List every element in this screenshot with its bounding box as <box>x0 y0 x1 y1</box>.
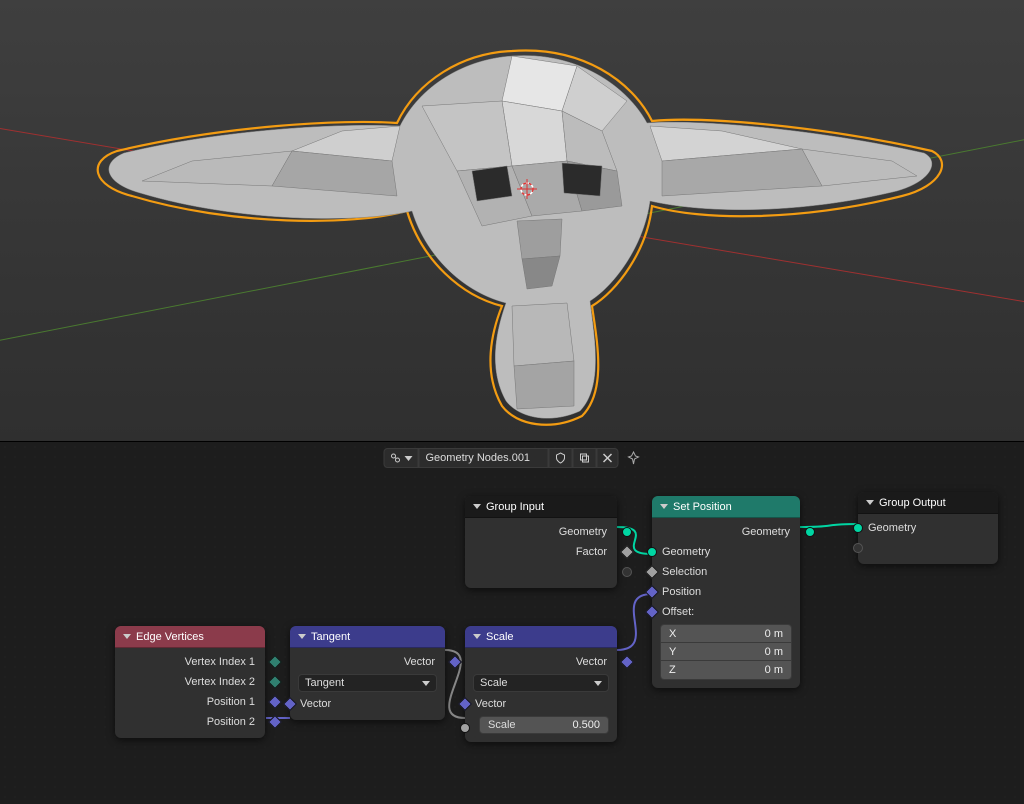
node-header[interactable]: Tangent <box>290 626 445 648</box>
output-geometry[interactable]: Geometry <box>652 522 800 542</box>
output-vertex-index-1[interactable]: Vertex Index 1 <box>115 652 265 672</box>
socket-in-vector[interactable] <box>283 697 297 711</box>
output-position-1[interactable]: Position 1 <box>115 692 265 712</box>
socket-in-float[interactable] <box>460 723 470 733</box>
output-factor[interactable]: Factor <box>465 542 617 562</box>
node-tree-name-field[interactable]: Geometry Nodes.001 <box>419 448 549 468</box>
pin-button[interactable] <box>627 451 641 465</box>
chevron-down-icon <box>473 634 481 639</box>
node-scale[interactable]: Scale Vector Scale Vector Scale 0.500 <box>465 626 617 742</box>
socket-in-vector[interactable] <box>645 585 659 599</box>
socket-out-vector[interactable] <box>268 715 282 729</box>
socket-out-geometry[interactable] <box>622 527 632 537</box>
socket-in-geometry[interactable] <box>853 523 863 533</box>
chevron-down-icon <box>660 504 668 509</box>
scale-value-field[interactable]: Scale 0.500 <box>479 716 609 734</box>
node-edge-vertices[interactable]: Edge Vertices Vertex Index 1 Vertex Inde… <box>115 626 265 738</box>
node-title: Set Position <box>673 501 732 513</box>
shield-icon <box>555 452 567 464</box>
input-position[interactable]: Position <box>652 582 800 602</box>
input-vector[interactable]: Vector <box>465 694 617 714</box>
socket-out-vector[interactable] <box>268 695 282 709</box>
socket-out-vector[interactable] <box>448 655 462 669</box>
close-icon <box>603 453 613 463</box>
socket-out-virtual[interactable] <box>622 567 632 577</box>
output-geometry[interactable]: Geometry <box>465 522 617 542</box>
input-offset-label: Offset: <box>652 602 800 622</box>
chevron-down-icon <box>866 500 874 505</box>
node-header[interactable]: Group Input <box>465 496 617 518</box>
geometry-node-editor[interactable]: Geometry Nodes.001 Edge Vertices Vertex … <box>0 442 1024 804</box>
3d-viewport[interactable] <box>0 0 1024 442</box>
node-header[interactable]: Scale <box>465 626 617 648</box>
socket-out-geometry[interactable] <box>805 527 815 537</box>
output-vector[interactable]: Vector <box>290 652 445 672</box>
copy-icon <box>579 452 591 464</box>
offset-z-field[interactable]: Z0 m <box>661 661 791 679</box>
input-virtual[interactable] <box>858 538 998 558</box>
node-title: Tangent <box>311 631 350 643</box>
node-title: Group Output <box>879 497 946 509</box>
offset-x-field[interactable]: X0 m <box>661 625 791 643</box>
pin-icon <box>627 451 641 465</box>
node-tree-header: Geometry Nodes.001 <box>384 448 641 468</box>
node-group-input[interactable]: Group Input Geometry Factor <box>465 496 617 588</box>
chevron-down-icon <box>473 504 481 509</box>
output-position-2[interactable]: Position 2 <box>115 712 265 732</box>
node-set-position[interactable]: Set Position Geometry Geometry Selection… <box>652 496 800 688</box>
node-tree-browse-button[interactable] <box>384 448 419 468</box>
offset-vector-fields[interactable]: X0 m Y0 m Z0 m <box>660 624 792 680</box>
output-virtual[interactable] <box>465 562 617 582</box>
chevron-down-icon <box>422 681 430 686</box>
output-vertex-index-2[interactable]: Vertex Index 2 <box>115 672 265 692</box>
node-header[interactable]: Group Output <box>858 492 998 514</box>
shield-icon-button[interactable] <box>549 448 573 468</box>
input-scale[interactable]: Scale 0.500 <box>465 714 617 736</box>
socket-out-float[interactable] <box>620 545 634 559</box>
viewport-axes <box>0 0 1024 442</box>
tangent-mode-dropdown[interactable]: Tangent <box>298 674 437 692</box>
input-geometry[interactable]: Geometry <box>858 518 998 538</box>
node-title: Group Input <box>486 501 544 513</box>
chevron-down-icon <box>298 634 306 639</box>
node-header[interactable]: Set Position <box>652 496 800 518</box>
offset-y-field[interactable]: Y0 m <box>661 643 791 661</box>
input-geometry[interactable]: Geometry <box>652 542 800 562</box>
chevron-down-icon <box>123 634 131 639</box>
node-title: Scale <box>486 631 514 643</box>
chevron-down-icon <box>405 456 413 461</box>
socket-in-selection[interactable] <box>645 565 659 579</box>
output-vector[interactable]: Vector <box>465 652 617 672</box>
node-header[interactable]: Edge Vertices <box>115 626 265 648</box>
socket-in-vector[interactable] <box>458 697 472 711</box>
socket-out-int[interactable] <box>268 675 282 689</box>
socket-in-virtual[interactable] <box>853 543 863 553</box>
input-selection[interactable]: Selection <box>652 562 800 582</box>
socket-in-geometry[interactable] <box>647 547 657 557</box>
chevron-down-icon <box>594 681 602 686</box>
scale-mode-dropdown[interactable]: Scale <box>473 674 609 692</box>
unlink-button[interactable] <box>597 448 619 468</box>
input-vector[interactable]: Vector <box>290 694 445 714</box>
socket-in-vector[interactable] <box>645 605 659 619</box>
node-group-output[interactable]: Group Output Geometry <box>858 492 998 564</box>
socket-out-int[interactable] <box>268 655 282 669</box>
node-tangent[interactable]: Tangent Vector Tangent Vector <box>290 626 445 720</box>
duplicate-button[interactable] <box>573 448 597 468</box>
node-title: Edge Vertices <box>136 631 204 643</box>
socket-out-vector[interactable] <box>620 655 634 669</box>
